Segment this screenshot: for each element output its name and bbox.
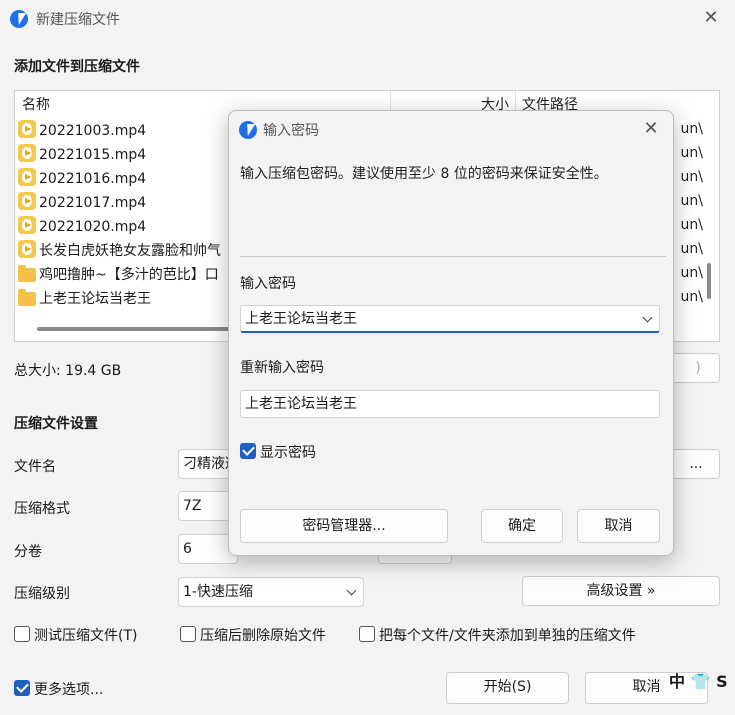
ok-button[interactable]: 确定 [481,509,563,543]
level-value: 1-快速压缩 [183,584,253,600]
more-options-checkbox[interactable] [14,680,30,696]
horizontal-scrollbar[interactable] [37,327,257,331]
close-icon[interactable]: ✕ [641,119,661,139]
level-label: 压缩级别 [14,586,70,602]
video-file-icon [18,168,36,186]
filename-label: 文件名 [14,459,56,475]
list-item[interactable]: 20221020.mp4 [18,215,146,239]
test-archive-label[interactable]: 测试压缩文件(T) [34,625,137,645]
password-label: 输入密码 [240,276,296,292]
window-title: 新建压缩文件 [36,12,120,28]
overlay-fragment: 中 👕 S [669,672,728,691]
password-manager-button[interactable]: 密码管理器... [240,509,448,543]
volume-label: 分卷 [14,544,42,560]
browse-button[interactable]: ... [672,449,720,479]
delete-after-label[interactable]: 压缩后删除原始文件 [200,625,326,645]
file-name: 20221020.mp4 [39,219,147,235]
password-dialog: 输入密码 ✕ 输入压缩包密码。建议使用至少 8 位的密码来保证安全性。 输入密码… [228,110,674,556]
app-logo-icon [239,121,257,139]
file-path: un\ [680,121,703,137]
add-files-heading: 添加文件到压缩文件 [14,59,140,75]
file-name: 20221003.mp4 [39,123,147,139]
chevron-down-icon [346,585,357,596]
vertical-scrollbar[interactable] [707,263,711,299]
file-name: 长发白虎妖艳女友露脸和帅气 [39,243,221,259]
title-bar: 新建压缩文件 ✕ [0,0,735,38]
show-password-label[interactable]: 显示密码 [260,442,316,462]
app-logo-icon [10,10,28,28]
start-button[interactable]: 开始(S) [446,672,569,704]
video-file-icon [18,144,36,162]
list-item[interactable]: 20221015.mp4 [18,143,146,167]
chevron-down-icon[interactable] [642,312,653,323]
list-item[interactable]: 20221017.mp4 [18,191,146,215]
test-archive-checkbox[interactable] [14,626,30,642]
level-select[interactable]: 1-快速压缩 [178,577,364,607]
password-input[interactable]: 上老王论坛当老王 [240,305,660,333]
file-name: 20221016.mp4 [39,171,147,187]
list-item[interactable]: 鸡吧撸肿~【多汁的芭比】口 [18,263,219,287]
confirm-password-input[interactable]: 上老王论坛当老王 [240,390,660,418]
file-path: un\ [680,217,703,233]
list-item[interactable]: 上老王论坛当老王 [18,287,151,311]
dialog-cancel-button[interactable]: 取消 [577,509,660,543]
password-value: 上老王论坛当老王 [245,311,357,327]
delete-after-checkbox[interactable] [180,626,196,642]
video-file-icon [18,192,36,210]
divider [240,256,666,257]
confirm-password-label: 重新输入密码 [240,360,324,376]
more-options-label[interactable]: 更多选项... [34,679,103,699]
separate-archives-label[interactable]: 把每个文件/文件夹添加到单独的压缩文件 [379,625,636,645]
file-path: un\ [680,145,703,161]
settings-heading: 压缩文件设置 [14,416,98,432]
close-icon[interactable]: ✕ [701,8,721,28]
file-path: un\ [680,265,703,281]
file-path: un\ [680,241,703,257]
format-label: 压缩格式 [14,501,70,517]
file-name: 20221015.mp4 [39,147,147,163]
advanced-settings-button[interactable]: 高级设置 » [522,576,720,606]
column-name[interactable]: 名称 [22,91,50,117]
list-item[interactable]: 20221003.mp4 [18,119,146,143]
folder-icon [18,289,36,306]
show-password-checkbox[interactable] [240,443,256,459]
video-file-icon [18,240,36,258]
separate-archives-checkbox[interactable] [359,626,375,642]
video-file-icon [18,120,36,138]
list-item[interactable]: 长发白虎妖艳女友露脸和帅气 [18,239,221,263]
file-name: 20221017.mp4 [39,195,147,211]
file-path: un\ [680,193,703,209]
file-path: un\ [680,289,703,305]
dialog-title-bar: 输入密码 ✕ [229,111,673,149]
list-item[interactable]: 20221016.mp4 [18,167,146,191]
file-path: un\ [680,169,703,185]
video-file-icon [18,216,36,234]
folder-icon [18,265,36,282]
file-name: 鸡吧撸肿~【多汁的芭比】口 [39,267,219,283]
dialog-description: 输入压缩包密码。建议使用至少 8 位的密码来保证安全性。 [240,166,608,182]
file-name: 上老王论坛当老王 [39,291,151,307]
dialog-title: 输入密码 [263,123,319,139]
total-size: 总大小: 19.4 GB [14,363,122,379]
